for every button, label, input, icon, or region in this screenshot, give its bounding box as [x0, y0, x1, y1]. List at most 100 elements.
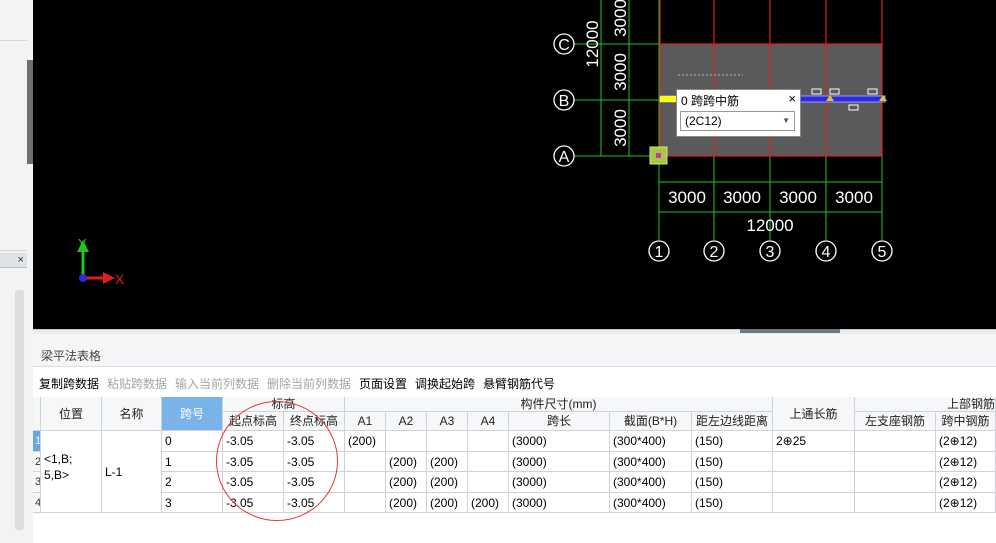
- edge-distance-cell[interactable]: (150): [692, 452, 773, 472]
- span-cell[interactable]: 0: [162, 431, 223, 452]
- a1-cell[interactable]: [345, 452, 386, 472]
- row-number[interactable]: 4: [33, 493, 41, 513]
- span-cell[interactable]: 1: [162, 452, 223, 472]
- section-cell[interactable]: (300*400): [610, 431, 692, 452]
- span-cell[interactable]: 3: [162, 493, 223, 513]
- column-marker[interactable]: [649, 146, 668, 165]
- a3-cell[interactable]: [427, 431, 468, 452]
- col-header-section[interactable]: 截面(B*H): [610, 412, 692, 431]
- position-cell[interactable]: <1,B; 5,B>: [41, 431, 102, 513]
- left-support-cell[interactable]: [855, 452, 936, 472]
- col-header-top-steel[interactable]: 上部钢筋: [855, 397, 996, 412]
- input-column-button[interactable]: 输入当前列数据: [175, 375, 259, 392]
- start-elevation-cell[interactable]: -3.05: [223, 472, 284, 493]
- col-header-elevation[interactable]: 标高: [223, 397, 345, 412]
- drawing-canvas[interactable]: C B A 1 2 3 4 5 3000 12000 3000 3000 300…: [33, 0, 996, 329]
- section-cell[interactable]: (300*400): [610, 472, 692, 493]
- col-header-name[interactable]: 名称: [102, 397, 162, 431]
- span-length-cell[interactable]: (3000): [509, 493, 610, 513]
- close-icon[interactable]: ×: [788, 91, 796, 106]
- left-support-cell[interactable]: [855, 431, 936, 452]
- through-bar-cell[interactable]: [773, 472, 855, 493]
- span-length-cell[interactable]: (3000): [509, 452, 610, 472]
- mid-span-cell[interactable]: (2⊕12): [936, 472, 996, 493]
- span-cell[interactable]: 2: [162, 472, 223, 493]
- col-header-edge-distance[interactable]: 距左边线距离: [692, 412, 773, 431]
- name-cell[interactable]: L-1: [102, 431, 162, 513]
- col-header-a1[interactable]: A1: [345, 412, 386, 431]
- col-header-a4[interactable]: A4: [468, 412, 509, 431]
- dim-text: 3000: [611, 53, 630, 91]
- through-bar-cell[interactable]: [773, 493, 855, 513]
- a2-cell[interactable]: (200): [386, 472, 427, 493]
- swap-start-span-button[interactable]: 调换起始跨: [415, 375, 475, 392]
- col-header-mid-span[interactable]: 跨中钢筋: [936, 412, 996, 431]
- section-cell[interactable]: (300*400): [610, 493, 692, 513]
- ucs-icon: Y X: [77, 236, 125, 287]
- through-bar-cell[interactable]: 2⊕25: [773, 431, 855, 452]
- row-number[interactable]: 1: [33, 431, 41, 452]
- col-header-position[interactable]: 位置: [41, 397, 102, 431]
- scrollbar[interactable]: [15, 290, 24, 530]
- mid-span-cell[interactable]: (2⊕12): [936, 452, 996, 472]
- col-axis-label: 5: [878, 244, 887, 261]
- table-toolbar: 复制跨数据 粘贴跨数据 输入当前列数据 删除当前列数据 页面设置 调换起始跨 悬…: [33, 367, 996, 397]
- a4-cell[interactable]: [468, 431, 509, 452]
- a3-cell[interactable]: (200): [427, 452, 468, 472]
- a2-cell[interactable]: [386, 431, 427, 452]
- copy-span-button[interactable]: 复制跨数据: [39, 375, 99, 392]
- paste-span-button[interactable]: 粘贴跨数据: [107, 375, 167, 392]
- chevron-down-icon[interactable]: ▼: [782, 112, 790, 130]
- end-elevation-cell[interactable]: -3.05: [284, 472, 345, 493]
- edge-distance-cell[interactable]: (150): [692, 472, 773, 493]
- mid-span-cell[interactable]: (2⊕12): [936, 431, 996, 452]
- splitter-handle[interactable]: [740, 329, 840, 333]
- page-setup-button[interactable]: 页面设置: [359, 375, 407, 392]
- col-header-through-bar[interactable]: 上通长筋: [773, 397, 855, 431]
- left-support-cell[interactable]: [855, 493, 936, 513]
- edge-distance-cell[interactable]: (150): [692, 493, 773, 513]
- divider: [0, 250, 27, 251]
- a1-cell[interactable]: [345, 493, 386, 513]
- col-header-start-elevation[interactable]: 起点标高: [223, 412, 284, 431]
- start-elevation-cell[interactable]: -3.05: [223, 431, 284, 452]
- row-number[interactable]: 2: [33, 452, 41, 472]
- a4-cell[interactable]: [468, 472, 509, 493]
- a4-cell[interactable]: (200): [468, 493, 509, 513]
- col-header-end-elevation[interactable]: 终点标高: [284, 412, 345, 431]
- left-support-cell[interactable]: [855, 472, 936, 493]
- through-bar-cell[interactable]: [773, 452, 855, 472]
- col-header-span[interactable]: 跨号: [162, 397, 223, 431]
- a3-cell[interactable]: (200): [427, 472, 468, 493]
- popup-title: 0 跨跨中筋: [681, 94, 740, 108]
- a1-cell[interactable]: [345, 472, 386, 493]
- dim-text: 3000: [779, 188, 817, 207]
- col-header-dimensions[interactable]: 构件尺寸(mm): [345, 397, 773, 412]
- col-header-span-length[interactable]: 跨长: [509, 412, 610, 431]
- a4-cell[interactable]: [468, 452, 509, 472]
- delete-column-button[interactable]: 删除当前列数据: [267, 375, 351, 392]
- section-cell[interactable]: (300*400): [610, 452, 692, 472]
- span-length-cell[interactable]: (3000): [509, 472, 610, 493]
- start-elevation-cell[interactable]: -3.05: [223, 452, 284, 472]
- table-corner[interactable]: [33, 397, 41, 431]
- span-length-cell[interactable]: (3000): [509, 431, 610, 452]
- rebar-select[interactable]: (2C12) ▼: [680, 111, 795, 131]
- row-number[interactable]: 3: [33, 472, 41, 493]
- cantilever-code-button[interactable]: 悬臂钢筋代号: [483, 375, 555, 392]
- a3-cell[interactable]: (200): [427, 493, 468, 513]
- col-header-left-support[interactable]: 左支座钢筋: [855, 412, 936, 431]
- close-icon[interactable]: ×: [0, 253, 27, 268]
- end-elevation-cell[interactable]: -3.05: [284, 431, 345, 452]
- start-elevation-cell[interactable]: -3.05: [223, 493, 284, 513]
- beam-table-panel: 梁平法表格 复制跨数据 粘贴跨数据 输入当前列数据 删除当前列数据 页面设置 调…: [33, 334, 996, 543]
- mid-span-cell[interactable]: (2⊕12): [936, 493, 996, 513]
- col-header-a2[interactable]: A2: [386, 412, 427, 431]
- end-elevation-cell[interactable]: -3.05: [284, 493, 345, 513]
- a2-cell[interactable]: (200): [386, 452, 427, 472]
- a1-cell[interactable]: (200): [345, 431, 386, 452]
- a2-cell[interactable]: (200): [386, 493, 427, 513]
- edge-distance-cell[interactable]: (150): [692, 431, 773, 452]
- col-header-a3[interactable]: A3: [427, 412, 468, 431]
- end-elevation-cell[interactable]: -3.05: [284, 452, 345, 472]
